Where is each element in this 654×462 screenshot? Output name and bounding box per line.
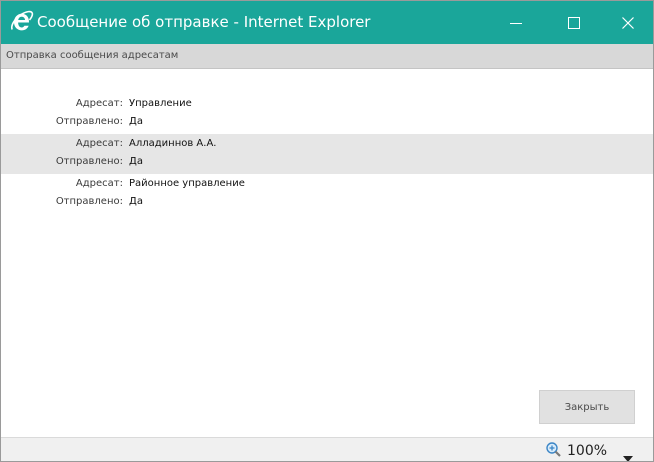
sent-status: Да bbox=[129, 116, 143, 127]
zoom-icon bbox=[545, 441, 565, 459]
maximize-icon bbox=[568, 16, 580, 29]
sent-label: Отправлено: bbox=[55, 196, 123, 207]
page-header-text: Отправка сообщения адресатам bbox=[6, 50, 179, 61]
sent-label: Отправлено: bbox=[55, 156, 123, 167]
popup-window: Сообщение об отправке - Internet Explore… bbox=[0, 0, 654, 462]
title-bar[interactable]: Сообщение об отправке - Internet Explore… bbox=[1, 1, 653, 44]
recipient-name: Управление bbox=[129, 98, 192, 109]
close-button[interactable]: Закрыть bbox=[539, 390, 635, 424]
recipient-label: Адресат: bbox=[75, 98, 123, 109]
close-icon bbox=[622, 16, 634, 29]
page-header: Отправка сообщения адресатам bbox=[1, 44, 653, 69]
close-window-button[interactable] bbox=[605, 1, 651, 44]
zoom-level: 100% bbox=[567, 443, 608, 459]
internet-explorer-icon bbox=[10, 8, 34, 34]
sent-label: Отправлено: bbox=[55, 116, 123, 127]
minimize-icon bbox=[510, 22, 522, 24]
recipient-entry: Адресат: Управление Отправлено: Да bbox=[1, 94, 653, 134]
sent-status: Да bbox=[129, 156, 143, 167]
recipient-name: Районное управление bbox=[129, 178, 245, 189]
zoom-control[interactable]: 100% bbox=[545, 439, 645, 461]
recipient-label: Адресат: bbox=[75, 138, 123, 149]
chevron-down-icon[interactable] bbox=[623, 447, 633, 461]
minimize-button[interactable] bbox=[493, 1, 539, 44]
recipient-list: Адресат: Управление Отправлено: Да Адрес… bbox=[1, 94, 653, 214]
recipient-entry: Адресат: Алладиннов А.А. Отправлено: Да bbox=[1, 134, 653, 174]
maximize-button[interactable] bbox=[551, 1, 597, 44]
recipient-label: Адресат: bbox=[75, 178, 123, 189]
status-bar: 100% bbox=[1, 437, 653, 461]
recipient-entry: Адресат: Районное управление Отправлено:… bbox=[1, 174, 653, 214]
recipient-name: Алладиннов А.А. bbox=[129, 138, 217, 149]
sent-status: Да bbox=[129, 196, 143, 207]
window-title: Сообщение об отправке - Internet Explore… bbox=[37, 13, 371, 31]
